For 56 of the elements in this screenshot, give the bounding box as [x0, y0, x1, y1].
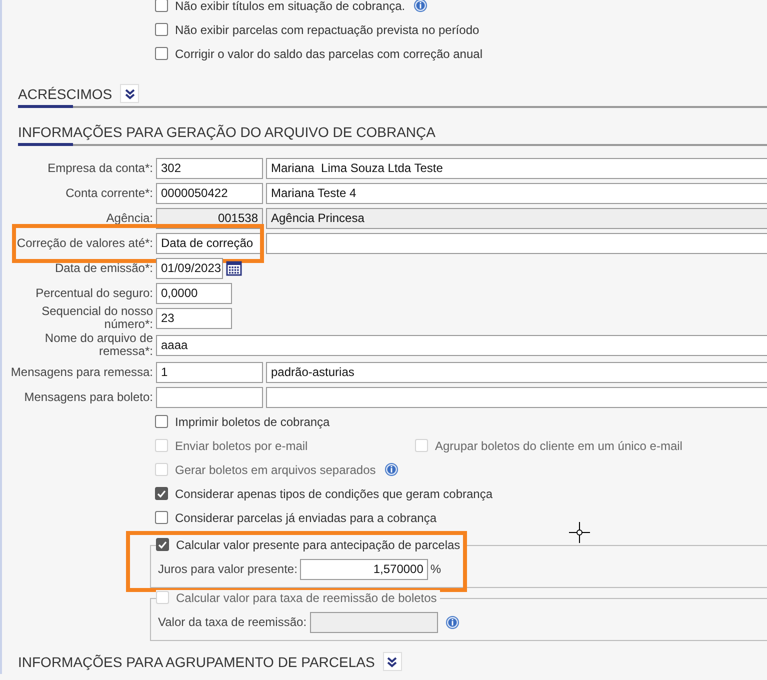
checkbox-label: Agrupar boletos do cliente em um único e-mail — [435, 438, 682, 453]
input-field[interactable]: 01/09/2023 — [156, 258, 223, 279]
checkbox-label: Corrigir o valor do saldo das parcelas com correção anual — [175, 46, 482, 61]
section-title: INFORMAÇÕES PARA GERAÇÃO DO ARQUIVO DE COBRANÇA — [18, 124, 436, 140]
checkbox-label: Calcular valor presente para antecipação de parcelas — [176, 538, 460, 552]
checkbox-label: Considerar apenas tipos de condições que geram cobrança — [175, 486, 493, 501]
field-label: Correção de valores até*: — [16, 236, 154, 250]
input-field[interactable]: 1,570000 — [300, 558, 428, 580]
expand-button[interactable] — [120, 84, 140, 104]
checkbox[interactable] — [155, 23, 168, 36]
percent-sign: % — [429, 562, 442, 576]
input-field[interactable] — [156, 386, 263, 408]
input-field[interactable]: Mariana Lima Souza Ltda Teste — [266, 158, 767, 179]
section-title: ACRÉSCIMOS — [18, 86, 112, 102]
calendar-icon[interactable] — [226, 260, 242, 276]
checkbox[interactable] — [155, 511, 168, 524]
input-field[interactable]: 0000050422 — [156, 182, 263, 204]
checkbox-label: Enviar boletos por e-mail — [175, 438, 308, 453]
checkbox[interactable] — [155, 415, 168, 428]
field-label: Valor da taxa de reemissão: — [157, 615, 308, 629]
input-field[interactable]: 302 — [156, 158, 263, 179]
field-label: Agência: — [105, 212, 154, 225]
checkbox[interactable] — [155, 487, 168, 500]
info-icon[interactable] — [414, 0, 428, 12]
crosshair-cursor-icon — [569, 522, 590, 543]
field-label: Nome do arquivo de remessa*: — [44, 332, 154, 358]
input-field[interactable]: aaaa — [156, 334, 767, 356]
field-label: Mensagens para boleto: — [23, 390, 154, 404]
checkbox[interactable] — [155, 47, 168, 60]
input-field[interactable] — [266, 386, 767, 408]
double-chevron-icon — [124, 88, 136, 100]
section-title: INFORMAÇÕES PARA AGRUPAMENTO DE PARCELAS — [18, 654, 375, 670]
checkbox-label: Calcular valor para taxa de reemissão de boletos — [176, 590, 437, 604]
input-field[interactable] — [266, 232, 767, 254]
input-field[interactable]: 23 — [156, 308, 232, 329]
input-field[interactable]: 1 — [156, 362, 263, 383]
checkbox-label: Considerar parcelas já enviadas para a cobrança — [175, 510, 436, 525]
expand-button[interactable] — [382, 652, 402, 672]
checkbox-label: Não exibir parcelas com repactuação prevista no período — [175, 22, 480, 37]
input-field[interactable]: Data de correção — [156, 232, 263, 254]
input-field[interactable]: padrão-asturias — [266, 362, 767, 383]
field-label: Mensagens para remessa: — [10, 366, 154, 379]
checkbox[interactable] — [155, 0, 168, 12]
double-chevron-icon — [386, 656, 398, 668]
field-label: Empresa da conta*: — [46, 162, 154, 175]
field-label: Conta corrente*: — [64, 186, 154, 200]
field-label: Sequencial do nosso número*: — [40, 305, 154, 332]
field-label: Juros para valor presente: — [157, 562, 298, 576]
checkbox-label: Imprimir boletos de cobrança — [175, 414, 330, 429]
checkbox-label: Gerar boletos em arquivos separados — [175, 462, 376, 477]
input-field[interactable]: Mariana Teste 4 — [266, 182, 767, 204]
checkbox-label: Não exibir títulos em situação de cobrança. — [175, 0, 406, 13]
input-field[interactable]: 0,0000 — [156, 282, 232, 304]
field-label: Data de emissão*: — [54, 262, 154, 275]
checkbox[interactable] — [156, 538, 169, 551]
field-label: Percentual do seguro: — [34, 286, 154, 300]
